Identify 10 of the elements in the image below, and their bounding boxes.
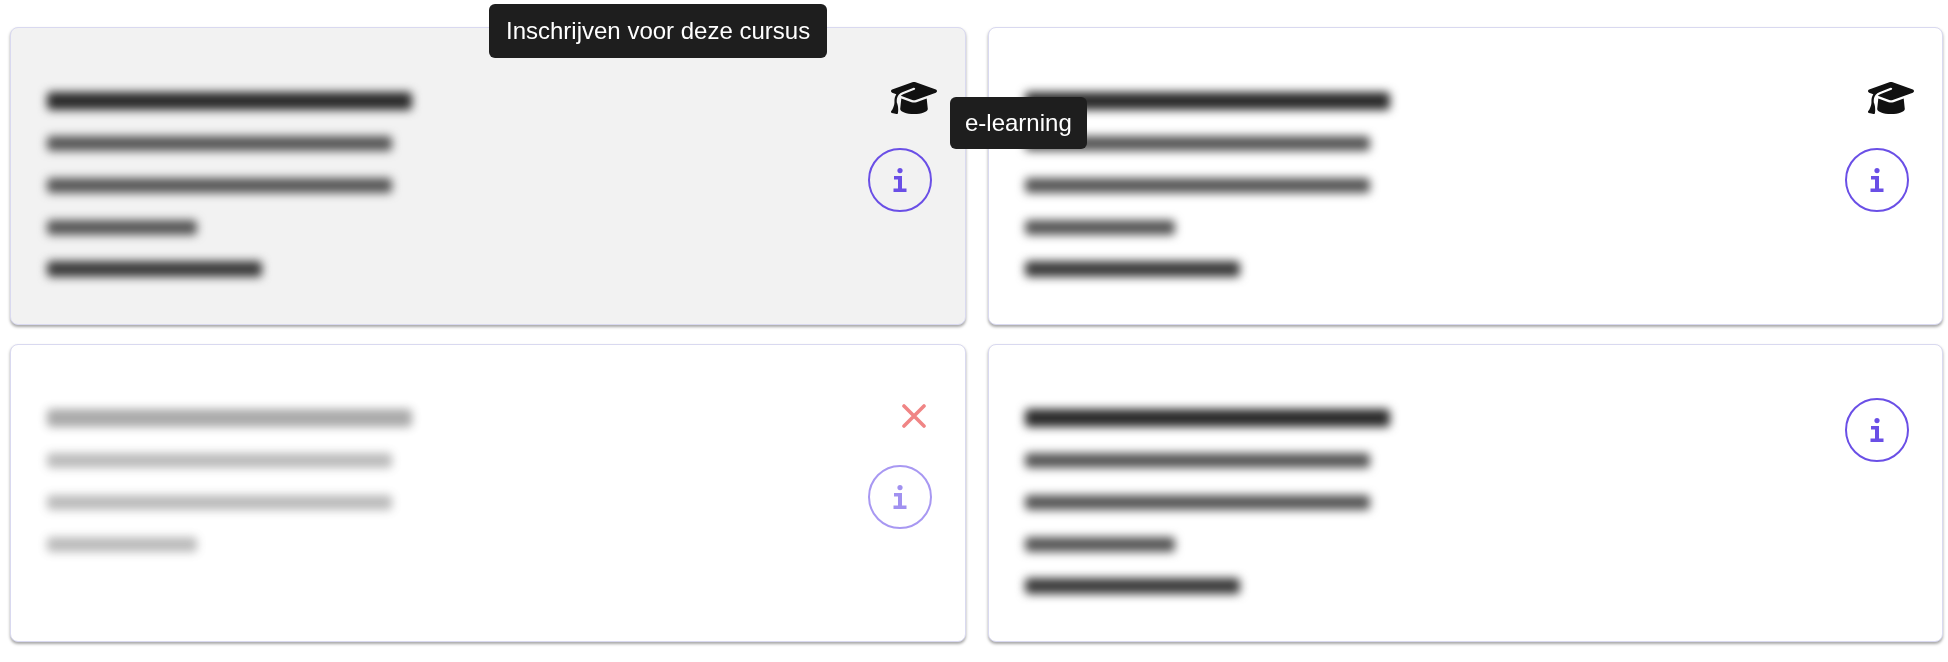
course-card[interactable] xyxy=(987,344,1943,642)
info-icon xyxy=(892,168,907,192)
tooltip: e-learning xyxy=(950,97,1087,149)
info-button[interactable] xyxy=(1845,398,1909,462)
info-icon xyxy=(1870,418,1884,442)
tooltip: Inschrijven voor deze cursus xyxy=(489,4,828,58)
info-button[interactable] xyxy=(1845,148,1909,212)
info-icon xyxy=(892,485,907,509)
info-button[interactable] xyxy=(867,148,932,212)
info-icon xyxy=(1870,168,1884,192)
